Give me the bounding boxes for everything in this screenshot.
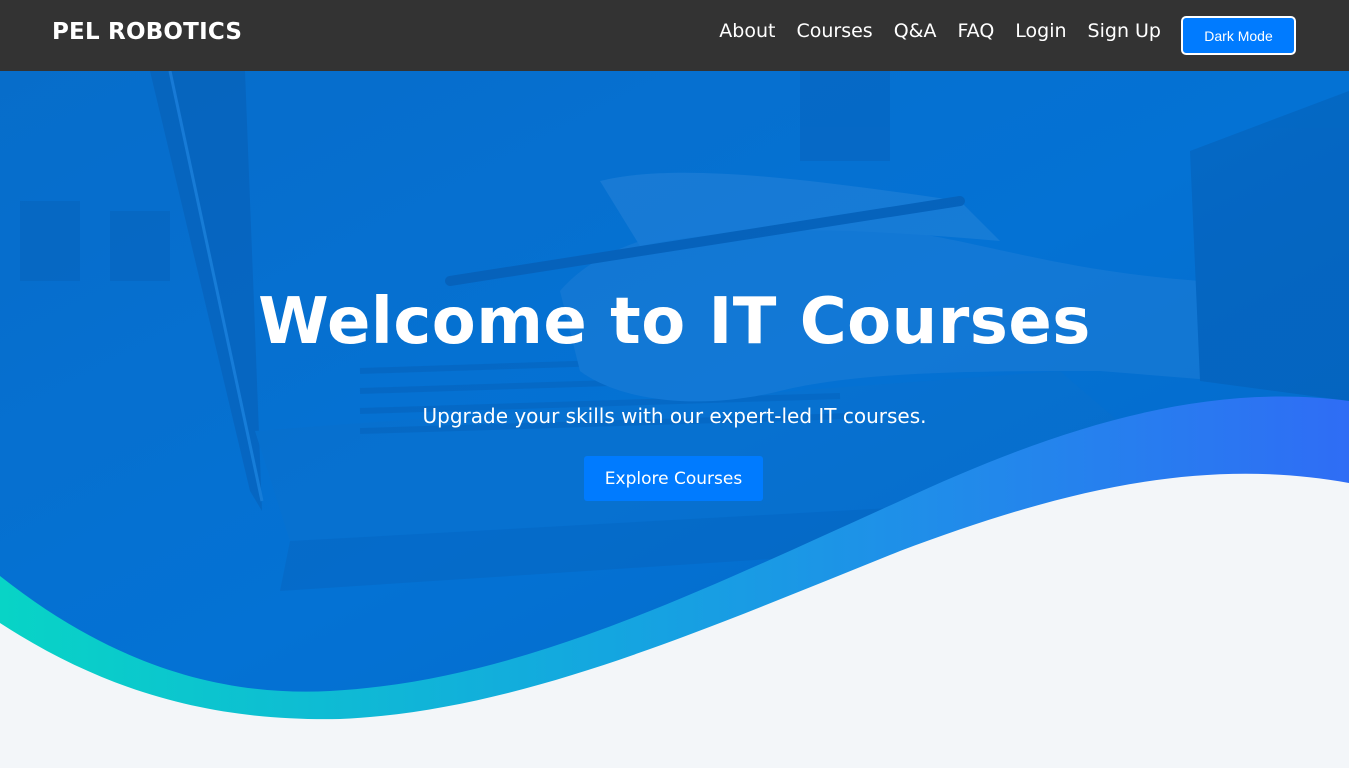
nav-links: About Courses Q&A FAQ Login Sign Up xyxy=(698,18,1161,44)
hero-title: Welcome to IT Courses xyxy=(258,285,1091,359)
explore-courses-button[interactable]: Explore Courses xyxy=(584,456,763,501)
nav-link-login[interactable]: Login xyxy=(1015,18,1066,44)
brand-logo[interactable]: PEL ROBOTICS xyxy=(52,19,242,45)
dark-mode-button[interactable]: Dark Mode xyxy=(1181,16,1296,55)
page: PEL ROBOTICS About Courses Q&A FAQ Login… xyxy=(0,0,1349,768)
nav-link-faq[interactable]: FAQ xyxy=(957,18,994,44)
hero-subtitle: Upgrade your skills with our expert-led … xyxy=(422,404,927,428)
hero-section: Welcome to IT Courses Upgrade your skill… xyxy=(0,71,1349,768)
navbar: PEL ROBOTICS About Courses Q&A FAQ Login… xyxy=(0,0,1349,71)
nav-link-signup[interactable]: Sign Up xyxy=(1088,18,1161,44)
nav-link-courses[interactable]: Courses xyxy=(796,18,872,44)
nav-link-qa[interactable]: Q&A xyxy=(894,18,937,44)
nav-link-about[interactable]: About xyxy=(719,18,775,44)
